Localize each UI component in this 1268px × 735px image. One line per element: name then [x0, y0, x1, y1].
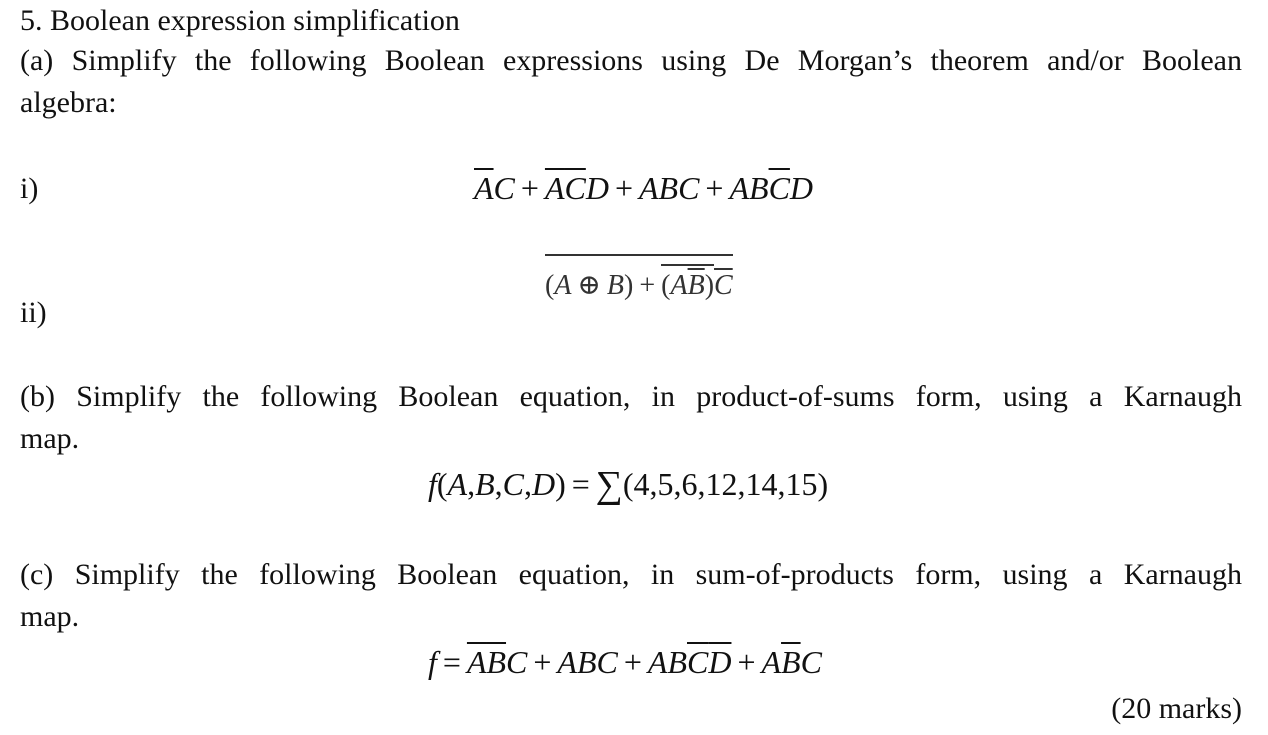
item-ii-expression: (A ⊕ B) + (AB)C: [545, 254, 733, 304]
marks-label: (20 marks): [1111, 692, 1242, 725]
part-b-prompt-cont: map.: [20, 422, 80, 455]
part-b-prompt: (b) Simplify the following Boolean equat…: [20, 380, 1242, 413]
part-c-prompt: (c) Simplify the following Boolean equat…: [20, 558, 1242, 591]
part-a-prompt: (a) Simplify the following Boolean expre…: [20, 44, 1242, 77]
question-title: 5. Boolean expression simplification: [20, 4, 460, 37]
part-c-equation: f = ABC + ABC + ABCD + ABC: [428, 644, 822, 680]
item-i-label: i): [20, 172, 39, 205]
part-c-prompt-cont: map.: [20, 600, 80, 633]
minterm-list: (4,5,6,12,14,15): [622, 466, 829, 502]
sigma-symbol: ∑: [595, 464, 623, 506]
part-a-prompt-cont: algebra:: [20, 86, 117, 119]
part-b-equation: f(A,B,C,D) = ∑(4,5,6,12,14,15): [428, 464, 829, 506]
item-ii-label: ii): [20, 296, 47, 329]
item-i-expression: AC + ACD + ABC + ABCD: [474, 170, 814, 206]
